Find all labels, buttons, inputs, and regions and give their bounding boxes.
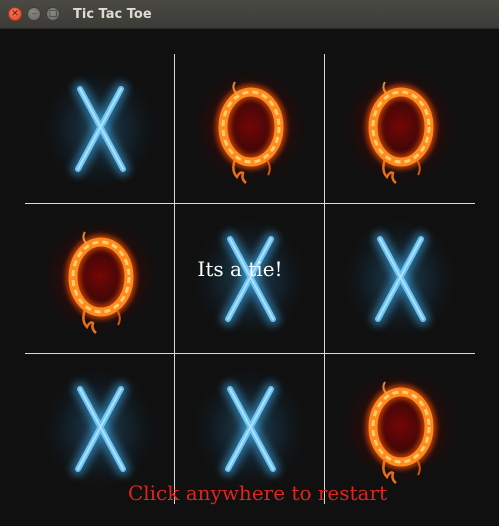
cell-1[interactable] <box>175 54 325 204</box>
cell-0[interactable] <box>25 54 175 204</box>
close-icon: ✕ <box>11 8 19 19</box>
maximize-button[interactable]: □ <box>46 7 60 21</box>
o-mark-icon <box>325 54 475 204</box>
close-button[interactable]: ✕ <box>8 7 22 21</box>
restart-prompt[interactable]: Click anywhere to restart <box>0 481 499 505</box>
minimize-icon: – <box>31 8 37 19</box>
o-mark-icon <box>175 54 325 204</box>
game-board-area[interactable]: Its a tie! Click anywhere to restart <box>0 29 499 526</box>
cell-2[interactable] <box>325 54 475 204</box>
game-result-text: Its a tie! <box>197 257 283 281</box>
window-title: Tic Tac Toe <box>73 7 152 22</box>
maximize-icon: □ <box>48 8 58 19</box>
grid-line-horizontal-1 <box>25 203 475 204</box>
minimize-button[interactable]: – <box>27 7 41 21</box>
title-bar: ✕ – □ Tic Tac Toe <box>0 0 499 29</box>
grid-line-horizontal-2 <box>25 353 475 354</box>
x-mark-icon <box>25 54 175 204</box>
game-window: ✕ – □ Tic Tac Toe Its a tie! Click anywh… <box>0 0 499 526</box>
